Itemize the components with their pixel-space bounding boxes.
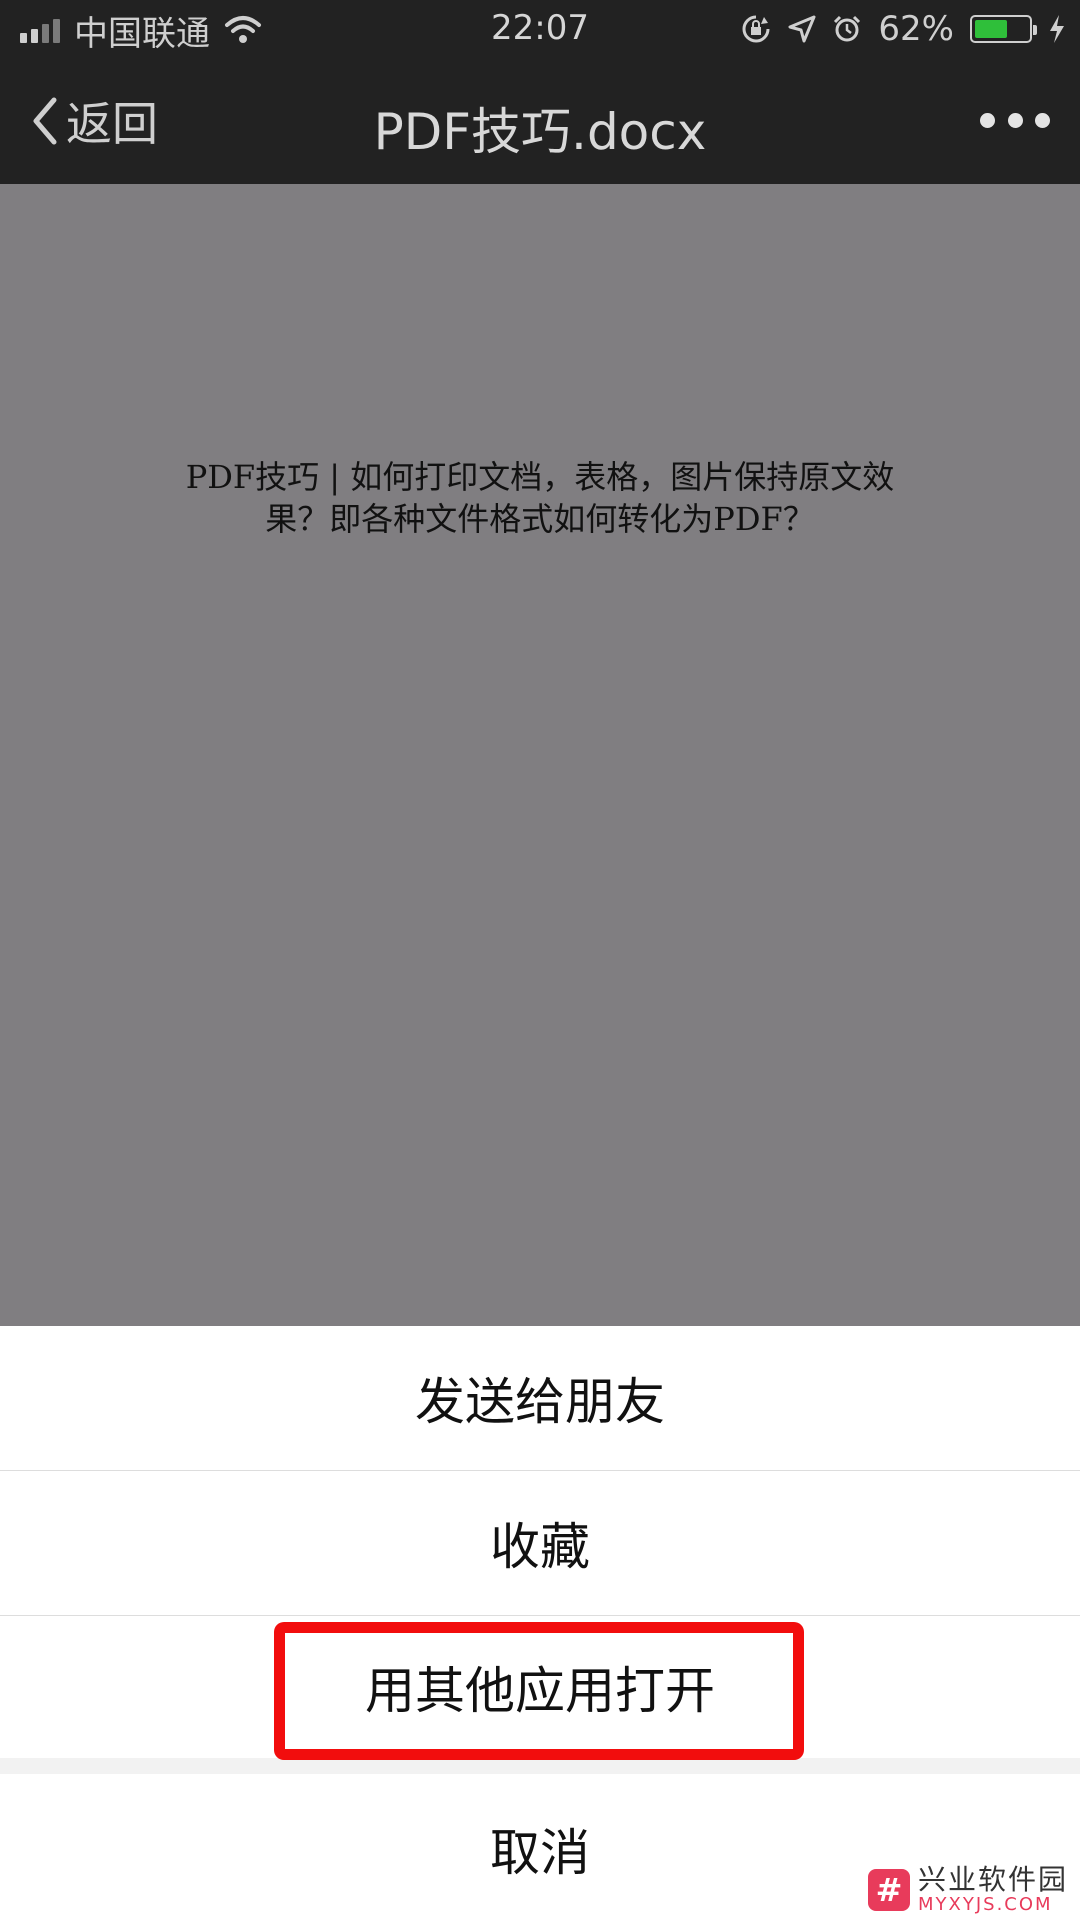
send-to-friend-button[interactable]: 发送给朋友 (0, 1326, 1080, 1471)
watermark-logo: # (867, 1869, 910, 1911)
document-line-1: PDF技巧 | 如何打印文档，表格，图片保持原文效 (185, 458, 895, 496)
screen: 中国联通 22:07 62% 返回 PDF技巧.docx PDF技巧 | 如何打… (0, 0, 1080, 1924)
document-text: PDF技巧 | 如何打印文档，表格，图片保持原文效 果？即各种文件格式如何转化为… (160, 456, 920, 540)
watermark: # 兴业软件园 MYXYJS.COM (867, 1863, 1068, 1915)
favorite-button[interactable]: 收藏 (0, 1471, 1080, 1616)
more-dots-icon (980, 112, 995, 128)
battery-level-fill (975, 20, 1007, 38)
status-bar: 中国联通 22:07 62% (0, 0, 1080, 58)
more-button[interactable] (980, 100, 1050, 140)
nav-bar: 返回 PDF技巧.docx (0, 58, 1080, 184)
battery-icon (970, 15, 1037, 43)
watermark-name: 兴业软件园 (917, 1863, 1068, 1896)
document-preview[interactable]: PDF技巧 | 如何打印文档，表格，图片保持原文效 果？即各种文件格式如何转化为… (0, 184, 1080, 1326)
battery-percent: 62% (878, 9, 954, 49)
location-arrow-icon (788, 15, 816, 43)
charging-bolt-icon (1050, 15, 1064, 43)
watermark-url: MYXYJS.COM (917, 1894, 1053, 1915)
action-sheet: 发送给朋友 收藏 用其他应用打开 取消 (0, 1326, 1080, 1924)
document-line-2: 果？即各种文件格式如何转化为PDF？ (265, 500, 815, 538)
rotation-lock-icon (742, 15, 770, 43)
page-title: PDF技巧.docx (373, 103, 707, 161)
status-right: 62% (740, 8, 1066, 50)
alarm-icon (834, 15, 861, 42)
open-with-other-app-button[interactable]: 用其他应用打开 (0, 1616, 1080, 1758)
